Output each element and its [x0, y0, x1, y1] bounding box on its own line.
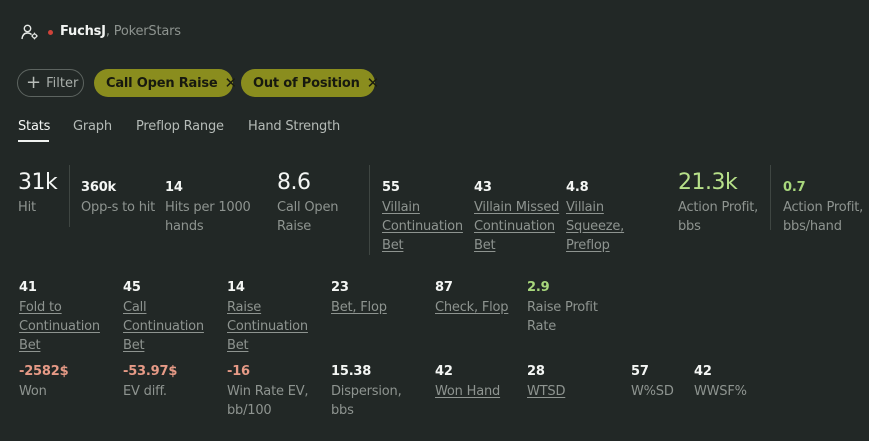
stat-opps-label: Opp-s to hit — [81, 200, 156, 215]
add-filter-button[interactable]: + Filter — [17, 69, 84, 97]
stat-bet-flop-value: 23 — [331, 280, 349, 295]
stat-divider — [369, 165, 370, 255]
filter-chip-call-open-raise[interactable]: Call Open Raise ✕ — [94, 69, 237, 97]
filter-button-label: Filter — [46, 75, 79, 91]
stat-villain-missed-cbet-link[interactable]: Villain Missed Continuation Bet — [474, 198, 562, 255]
player-name[interactable]: FuchsJ, PokerStars — [60, 24, 181, 39]
stat-wwsf-value: 42 — [694, 364, 712, 379]
stat-raise-cbet-link[interactable]: Raise Continuation Bet — [227, 298, 313, 355]
tab-preflop-range[interactable]: Preflop Range — [136, 119, 224, 134]
stat-won-label: Won — [19, 384, 47, 399]
stat-call-cbet-link[interactable]: Call Continuation Bet — [123, 298, 209, 355]
filter-chip-label: Out of Position — [253, 75, 360, 91]
stat-call-open-raise-value: 8.6 — [277, 170, 311, 195]
stat-divider — [770, 165, 771, 230]
stat-call-cbet-value: 45 — [123, 280, 141, 295]
stat-wwsf-label: WWSF% — [694, 384, 747, 399]
player-site: , PokerStars — [105, 24, 181, 39]
stat-win-rate-ev-label: Win Rate EV, bb/100 — [227, 384, 309, 418]
stat-ev-diff-value: -53.97$ — [123, 364, 178, 379]
stat-raise-profit-rate-label: Raise Profit Rate — [527, 300, 598, 334]
close-icon[interactable]: ✕ — [367, 74, 380, 92]
stat-fold-to-cbet-link[interactable]: Fold to Continuation Bet — [19, 298, 105, 355]
stat-action-profit-value: 21.3k — [678, 170, 738, 195]
stat-hit-value: 31k — [18, 170, 58, 195]
stat-bet-flop-link[interactable]: Bet, Flop — [331, 298, 421, 317]
stat-action-profit-per-hand-label: Action Profit, bbs/hand — [783, 200, 864, 234]
stat-villain-cbet-link[interactable]: Villain Continuation Bet — [382, 198, 466, 255]
stat-wsd-value: 57 — [631, 364, 649, 379]
stat-won-hand-value: 42 — [435, 364, 453, 379]
stat-dispersion-label: Dispersion, bbs — [331, 384, 402, 418]
tab-stats[interactable]: Stats — [18, 119, 50, 134]
tab-hand-strength[interactable]: Hand Strength — [248, 119, 340, 134]
plus-icon: + — [26, 72, 42, 93]
stat-divider — [69, 165, 70, 227]
stat-call-open-raise-label: Call Open Raise — [277, 200, 339, 234]
status-dot — [48, 30, 53, 35]
stat-check-flop-value: 87 — [435, 280, 453, 295]
stat-ev-diff-label: EV diff. — [123, 384, 167, 399]
stat-wsd-label: W%SD — [631, 384, 674, 399]
stat-action-profit-label: Action Profit, bbs — [678, 200, 759, 234]
stat-villain-squeeze-link[interactable]: Villain Squeeze, Preflop — [566, 198, 632, 255]
stat-hit-label: Hit — [18, 200, 36, 215]
stat-check-flop-link[interactable]: Check, Flop — [435, 298, 525, 317]
stat-opps-value: 360k — [81, 180, 116, 195]
user-settings-icon[interactable] — [21, 24, 39, 40]
stat-villain-squeeze-value: 4.8 — [566, 180, 589, 195]
tab-graph[interactable]: Graph — [73, 119, 112, 134]
stat-won-value: -2582$ — [19, 364, 69, 379]
stat-villain-missed-cbet-value: 43 — [474, 180, 492, 195]
stat-raise-profit-rate-value: 2.9 — [527, 280, 550, 295]
stat-win-rate-ev-value: -16 — [227, 364, 250, 379]
stat-hits-per-1000-label: Hits per 1000 hands — [165, 200, 251, 234]
stat-won-hand-link[interactable]: Won Hand — [435, 382, 500, 401]
filter-chip-out-of-position[interactable]: Out of Position ✕ — [241, 69, 379, 97]
stat-hits-per-1000-value: 14 — [165, 180, 183, 195]
active-tab-indicator — [18, 140, 49, 142]
stat-wtsd-link[interactable]: WTSD — [527, 382, 565, 401]
stat-fold-to-cbet-value: 41 — [19, 280, 37, 295]
stat-villain-cbet-value: 55 — [382, 180, 400, 195]
stat-action-profit-per-hand-value: 0.7 — [783, 180, 806, 195]
stat-wtsd-value: 28 — [527, 364, 545, 379]
stat-raise-cbet-value: 14 — [227, 280, 245, 295]
player-name-text: FuchsJ — [60, 24, 106, 39]
filter-chip-label: Call Open Raise — [106, 75, 218, 91]
close-icon[interactable]: ✕ — [225, 74, 238, 92]
stat-dispersion-value: 15.38 — [331, 364, 372, 379]
